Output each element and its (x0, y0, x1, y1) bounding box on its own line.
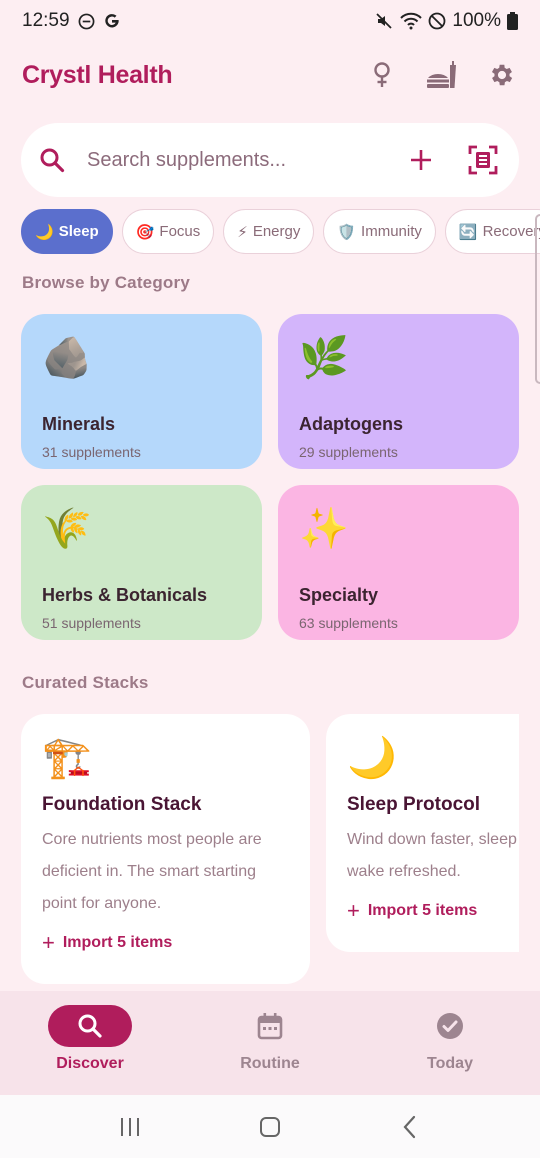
browse-section-title: Browse by Category (22, 273, 190, 292)
nav-today[interactable]: Today (360, 991, 540, 1095)
app-header: Crystl Health (22, 52, 518, 98)
stack-description-line: point for anyone. (42, 895, 162, 912)
rock-icon: 🪨 (42, 336, 92, 380)
chip-label: Focus (159, 223, 201, 240)
chip-focus[interactable]: 🎯 Focus (121, 209, 215, 254)
stack-description: Wind down faster, sleep wake refreshed. (347, 824, 519, 888)
refresh-icon: 🔄 (458, 223, 478, 241)
chip-label: Sleep (58, 223, 99, 240)
stack-description-line: deficient in. The smart starting (42, 863, 257, 880)
stack-card-clip: 🌙 Sleep Protocol Wind down faster, sleep… (326, 714, 519, 954)
plus-icon: + (347, 898, 360, 923)
search-icon (39, 147, 65, 173)
add-supplement-button[interactable] (403, 142, 439, 178)
stack-description: Core nutrients most people are deficient… (42, 824, 289, 920)
import-label: Import 5 items (62, 934, 173, 951)
app-title: Crystl Health (22, 60, 173, 89)
battery-icon (507, 12, 518, 30)
stack-description-line: wake refreshed. (347, 863, 461, 880)
moon-icon: 🌙 (347, 736, 397, 780)
search-input[interactable] (65, 148, 389, 172)
stack-card-foundation[interactable]: 🏗️ Foundation Stack Core nutrients most … (21, 714, 310, 984)
curated-section-title: Curated Stacks (22, 673, 149, 692)
no-alarm-icon (428, 12, 446, 30)
nav-pill (408, 1005, 492, 1047)
gender-icon[interactable] (366, 59, 398, 91)
category-card-adaptogens[interactable]: 🌿 Adaptogens 29 supplements (278, 314, 519, 469)
category-count: 51 supplements (42, 615, 141, 631)
import-label: Import 5 items (367, 902, 478, 919)
nav-label: Routine (240, 1055, 300, 1072)
category-name: Adaptogens (299, 414, 404, 434)
nav-routine[interactable]: Routine (180, 991, 360, 1095)
status-time: 12:59 (22, 10, 70, 31)
nav-label: Today (427, 1055, 473, 1072)
scroll-indicator (535, 214, 540, 384)
category-name: Specialty (299, 585, 379, 605)
category-count: 29 supplements (299, 444, 398, 460)
category-card-minerals[interactable]: 🪨 Minerals 31 supplements (21, 314, 262, 469)
chip-label: Recovery (482, 223, 540, 240)
home-button[interactable] (250, 1107, 290, 1147)
import-stack-button[interactable]: + Import 5 items (42, 932, 172, 954)
target-icon: 🎯 (135, 223, 155, 241)
category-name: Minerals (42, 414, 116, 434)
recent-apps-button[interactable] (110, 1107, 150, 1147)
battery-percent: 100% (452, 10, 501, 31)
chip-label: Immunity (361, 223, 422, 240)
chip-sleep[interactable]: 🌙 Sleep (21, 209, 113, 254)
back-button[interactable] (390, 1107, 430, 1147)
goal-filter-chips: 🌙 Sleep 🎯 Focus ⚡ Energy 🛡️ Immunity 🔄 R… (21, 209, 540, 255)
stack-card-sleep[interactable]: 🌙 Sleep Protocol Wind down faster, sleep… (326, 714, 519, 952)
lightning-icon: ⚡ (237, 223, 248, 241)
stack-description-line: Core nutrients most people are (42, 831, 262, 848)
bottom-navigation: Discover Routine Today (0, 991, 540, 1095)
nav-discover[interactable]: Discover (0, 991, 180, 1095)
dnd-icon (78, 13, 95, 30)
system-navigation-bar (0, 1095, 540, 1158)
search-bar (21, 123, 519, 197)
stack-description-line: Wind down faster, sleep (347, 831, 517, 848)
nav-pill (228, 1005, 312, 1047)
category-card-herbs-botanicals[interactable]: 🌾 Herbs & Botanicals 51 supplements (21, 485, 262, 640)
herb-icon: 🌿 (299, 336, 349, 380)
chip-label: Energy (252, 223, 301, 240)
gear-icon[interactable] (486, 59, 518, 91)
nav-pill (48, 1005, 132, 1047)
category-name: Herbs & Botanicals (42, 585, 208, 605)
mute-icon (374, 11, 394, 31)
stack-name: Foundation Stack (42, 794, 202, 815)
chip-recovery[interactable]: 🔄 Recovery (444, 209, 540, 254)
wheat-icon: 🌾 (42, 507, 92, 551)
search-icon (78, 1014, 102, 1038)
moon-icon: 🌙 (35, 223, 54, 241)
chip-immunity[interactable]: 🛡️ Immunity (323, 209, 436, 254)
import-stack-button[interactable]: + Import 5 items (347, 900, 477, 922)
category-count: 63 supplements (299, 615, 398, 631)
sparkles-icon: ✨ (299, 507, 349, 551)
category-count: 31 supplements (42, 444, 141, 460)
shield-icon: 🛡️ (337, 223, 357, 241)
category-card-specialty[interactable]: ✨ Specialty 63 supplements (278, 485, 519, 640)
food-icon[interactable] (426, 59, 458, 91)
nav-label: Discover (56, 1055, 124, 1072)
barcode-scan-icon[interactable] (465, 142, 501, 178)
status-bar: 12:59 100% (0, 0, 540, 42)
google-icon (103, 12, 121, 30)
check-circle-icon (437, 1013, 463, 1039)
plus-icon: + (42, 930, 55, 955)
wifi-icon (400, 12, 423, 30)
stack-name: Sleep Protocol (347, 794, 481, 815)
construction-icon: 🏗️ (42, 736, 92, 780)
chip-energy[interactable]: ⚡ Energy (223, 209, 315, 254)
calendar-icon (257, 1013, 283, 1040)
